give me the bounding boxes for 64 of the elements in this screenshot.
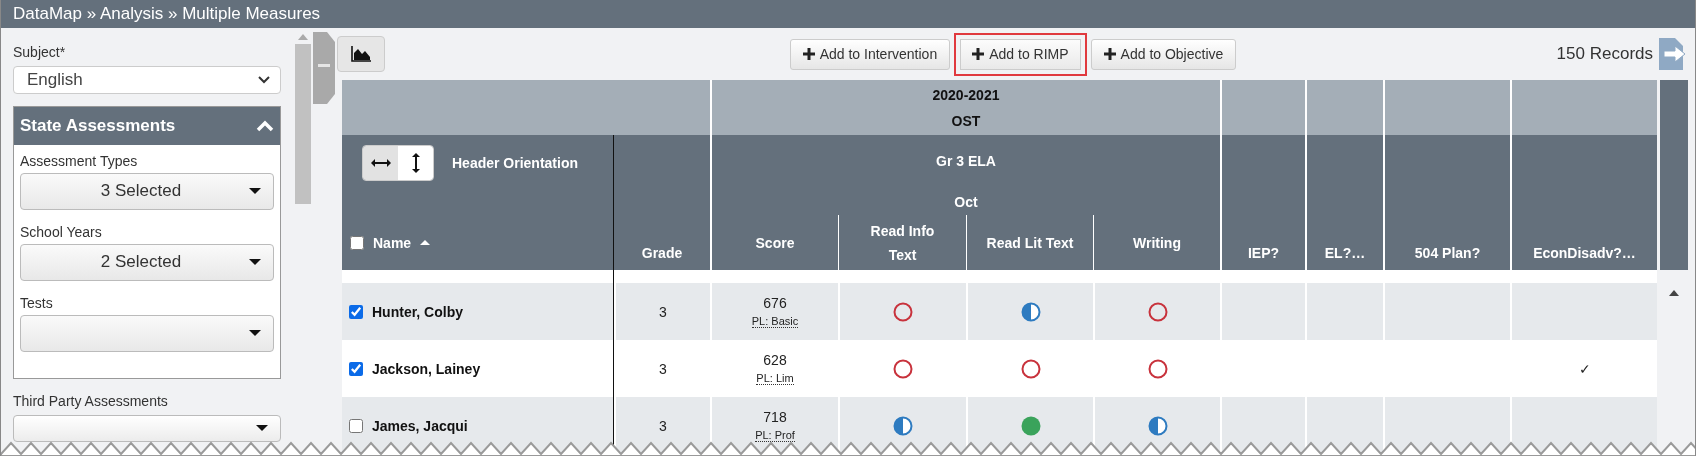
field-label: Third Party Assessments [13, 392, 169, 409]
vertical-arrow-icon [411, 153, 420, 173]
cell-value: 3 [659, 360, 667, 377]
chevron-up-icon [256, 119, 274, 132]
scrollbar-thumb[interactable] [295, 44, 311, 204]
column-header[interactable]: Name [373, 229, 412, 256]
multiselect-dropdown[interactable]: 2 Selected [20, 243, 274, 281]
performance-level: PL: Lim [756, 372, 794, 385]
row-checkbox[interactable] [349, 418, 363, 433]
field-label: Tests [20, 294, 54, 311]
row-checkbox[interactable] [349, 361, 363, 376]
student-name: Jackson, Lainey [372, 360, 481, 377]
chart-button[interactable] [337, 36, 385, 72]
plus-icon [1103, 48, 1116, 60]
column-header[interactable]: Score [755, 230, 795, 255]
column-header[interactable]: EL?… [1324, 240, 1366, 266]
scroll-up-icon[interactable] [1669, 290, 1679, 296]
horizontal-arrow-icon [370, 159, 391, 167]
field-label: School Years [20, 223, 103, 240]
add-button[interactable]: Add to Objective [1090, 38, 1237, 70]
sort-up-icon [420, 240, 431, 245]
student-name: James, Jacqui [372, 417, 468, 434]
field-label: Assessment Types [20, 152, 139, 169]
cell-value: ✓ [1578, 360, 1591, 377]
column-header[interactable]: Read Lit Text [986, 230, 1074, 255]
caret-icon [249, 259, 261, 265]
multiselect-dropdown[interactable]: 3 Selected [20, 172, 274, 210]
column-header[interactable]: 504 Plan? [1414, 240, 1481, 266]
score-value: 628 [763, 352, 787, 368]
plus-icon [802, 48, 815, 60]
add-button[interactable]: Add to RIMP [954, 32, 1087, 76]
select-all-checkbox[interactable] [350, 235, 364, 250]
subject-header: Gr 3 ELA [936, 152, 996, 171]
column-header[interactable]: Grade [641, 240, 683, 266]
area-chart-icon [351, 46, 371, 62]
performance-level: PL: Basic [751, 315, 799, 328]
test-header: OST [951, 111, 981, 131]
month-header: Oct [954, 193, 978, 212]
caret-icon [249, 330, 261, 336]
breadcrumb: DataMap » Analysis » Multiple Measures [1, 0, 1695, 28]
cell-value: 3 [659, 303, 667, 320]
panel-title: State Assessments [20, 115, 176, 136]
horizontal-button[interactable] [363, 146, 398, 180]
column-header[interactable]: IEP? [1247, 240, 1280, 266]
chevron-down-icon [258, 75, 270, 84]
row-checkbox[interactable] [349, 304, 363, 319]
caret-icon [256, 425, 268, 432]
caret-icon [249, 188, 261, 194]
column-header[interactable]: Writing [1133, 230, 1181, 255]
column-header[interactable]: Read Info Text [857, 218, 948, 267]
panel-header[interactable]: State Assessments [14, 106, 280, 145]
column-header[interactable]: EconDisadv?… [1533, 240, 1636, 266]
vertical-button[interactable] [398, 146, 433, 180]
student-name: Hunter, Colby [372, 303, 463, 320]
score-value: 718 [763, 409, 787, 425]
field-label: Subject* [13, 44, 67, 60]
subject-select[interactable]: English [13, 66, 281, 94]
add-button[interactable]: Add to Intervention [789, 38, 951, 70]
orientation-label: Header Orientation [452, 154, 579, 173]
year-header: 2020-2021 [932, 85, 1000, 105]
score-value: 676 [763, 295, 787, 311]
plus-icon [972, 48, 985, 60]
cell-value: 3 [659, 417, 667, 434]
record-count: 150 Records [1556, 44, 1653, 64]
